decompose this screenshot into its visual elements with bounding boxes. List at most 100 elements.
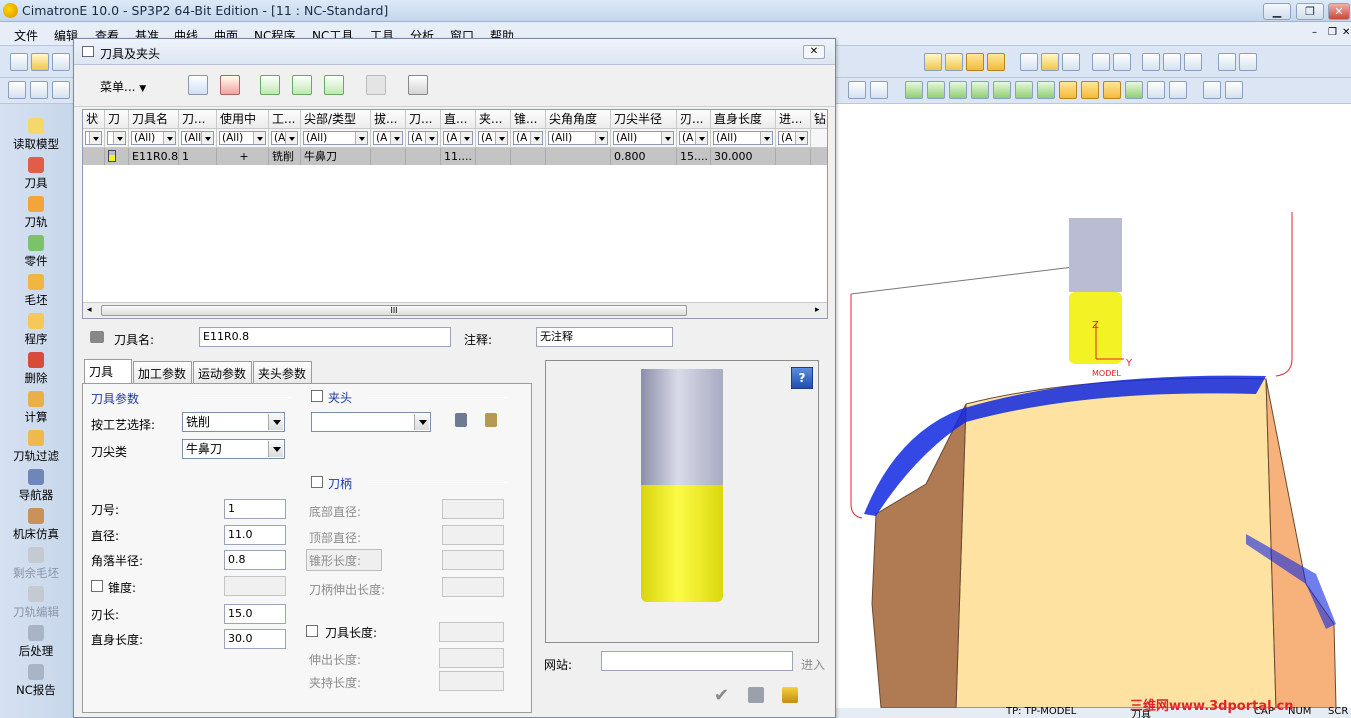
holder-select[interactable] xyxy=(311,412,431,432)
table-row-cell-tip-type[interactable]: 牛鼻刀 xyxy=(301,148,371,165)
col-header-taper[interactable]: 锥... xyxy=(511,110,546,129)
flute-length-input[interactable]: 15.0 xyxy=(224,604,286,624)
table-row-cell-taper[interactable] xyxy=(511,148,546,165)
filter-corner-radius[interactable]: (All) xyxy=(611,129,677,148)
ok-check-icon[interactable]: ✔ xyxy=(714,685,729,706)
filter-holder[interactable]: (A xyxy=(476,129,511,148)
snap-settings-icon[interactable] xyxy=(1169,81,1187,99)
left-item-navigator[interactable]: 导航器 xyxy=(0,469,72,503)
ucs-icon[interactable] xyxy=(1203,81,1221,99)
save-icon[interactable] xyxy=(52,53,70,71)
menu-file[interactable]: 文件 xyxy=(14,27,38,44)
snap-intersect-icon[interactable] xyxy=(993,81,1011,99)
mdi-close-icon[interactable]: ✕ xyxy=(1342,27,1350,38)
table-row-cell-holder[interactable] xyxy=(476,148,511,165)
grid-icon[interactable] xyxy=(1184,53,1202,71)
new-file-icon[interactable] xyxy=(10,53,28,71)
col-header-shank-length[interactable]: 直身长度 xyxy=(711,110,776,129)
filter-tool-name[interactable]: (All) xyxy=(129,129,179,148)
arrow-right-icon[interactable] xyxy=(1113,53,1131,71)
left-item-stock[interactable]: 毛坯 xyxy=(0,274,72,308)
taper-checkbox[interactable] xyxy=(91,580,103,592)
tab-motion-params[interactable]: 运动参数 xyxy=(193,361,252,383)
col-header-tip-type[interactable]: 尖部/类型 xyxy=(301,110,371,129)
process-select[interactable]: 铣削 xyxy=(182,412,285,432)
left-item-procedure[interactable]: 程序 xyxy=(0,313,72,347)
light-on-icon[interactable] xyxy=(1041,53,1059,71)
shank-length-input[interactable]: 30.0 xyxy=(224,629,286,649)
xyz-coord-icon[interactable] xyxy=(1147,81,1165,99)
left-item-compute[interactable]: 计算 xyxy=(0,391,72,425)
filter-icon[interactable] xyxy=(1142,53,1160,71)
filter-col9[interactable]: (A xyxy=(406,129,441,148)
open-file-icon[interactable] xyxy=(31,53,49,71)
table-row-cell-shank-length[interactable]: 30.000 xyxy=(711,148,776,165)
filter-in-use[interactable]: (All) xyxy=(217,129,269,148)
snap-center-icon[interactable] xyxy=(949,81,967,99)
col-header-feed[interactable]: 进... xyxy=(776,110,811,129)
tool-table-icon[interactable] xyxy=(408,75,428,95)
view-toggle-3-icon[interactable] xyxy=(966,53,984,71)
filter-tool-no[interactable]: (All) xyxy=(179,129,217,148)
table-row-cell-diameter[interactable]: 11.... xyxy=(441,148,476,165)
comment-input[interactable]: 无注释 xyxy=(536,327,673,347)
holder-add-icon[interactable] xyxy=(455,413,467,427)
filter-taper[interactable]: (A xyxy=(511,129,546,148)
view-toggle-2-icon[interactable] xyxy=(945,53,963,71)
tab-holder-params[interactable]: 夹头参数 xyxy=(253,361,312,383)
table-hscrollbar[interactable]: ◂ III ▸ xyxy=(83,302,827,318)
left-item-toolpath-filter[interactable]: 刀轨过滤 xyxy=(0,430,72,464)
website-input[interactable] xyxy=(601,651,793,671)
layer-icon[interactable] xyxy=(1218,53,1236,71)
col-header-draft[interactable]: 拔... xyxy=(371,110,406,129)
table-row-cell-flute[interactable]: 15.... xyxy=(677,148,711,165)
filter-process[interactable]: (A xyxy=(269,129,301,148)
arbor-checkbox[interactable] xyxy=(311,476,323,488)
left-item-post-process[interactable]: 后处理 xyxy=(0,625,72,659)
tab-tool[interactable]: 刀具 xyxy=(84,359,132,383)
tip-type-select[interactable]: 牛鼻刀 xyxy=(182,439,285,459)
filter-tip-type[interactable]: (All) xyxy=(301,129,371,148)
snap-active-2-icon[interactable] xyxy=(1081,81,1099,99)
holder-checkbox[interactable] xyxy=(311,390,323,402)
table-row-cell-in-use[interactable]: + xyxy=(217,148,269,165)
snap-tangent-icon[interactable] xyxy=(971,81,989,99)
axis-icon[interactable] xyxy=(848,81,866,99)
col-header-col9[interactable]: 刀... xyxy=(406,110,441,129)
left-item-nc-report[interactable]: NC报告 xyxy=(0,664,72,698)
table-row-cell-process[interactable]: 铣削 xyxy=(269,148,301,165)
select-icon[interactable] xyxy=(8,81,26,99)
filter-tip-angle[interactable]: (All) xyxy=(546,129,611,148)
new-tool-icon[interactable] xyxy=(188,75,208,95)
col-header-tool[interactable]: 刀 xyxy=(105,110,129,129)
cancel-exit-icon[interactable] xyxy=(782,687,798,703)
snap-active-1-icon[interactable] xyxy=(1059,81,1077,99)
table-row-cell-tool[interactable] xyxy=(105,148,129,165)
table-row-cell-drill[interactable] xyxy=(811,148,827,165)
scroll-right-icon[interactable]: ▸ xyxy=(815,305,820,315)
col-header-drill[interactable]: 钻 xyxy=(811,110,827,129)
table-row-cell-corner-radius[interactable]: 0.800 xyxy=(611,148,677,165)
table-row-cell-col9[interactable] xyxy=(406,148,441,165)
filter-tool[interactable] xyxy=(105,129,129,148)
filter-feed[interactable]: (A xyxy=(776,129,811,148)
view-toggle-1-icon[interactable] xyxy=(924,53,942,71)
table-row-cell-no[interactable]: 1 xyxy=(179,148,217,165)
align-icon[interactable] xyxy=(1163,53,1181,71)
replace-tool-icon[interactable] xyxy=(324,75,344,95)
add-holder-icon[interactable] xyxy=(260,75,280,95)
col-header-tool-no[interactable]: 刀... xyxy=(179,110,217,129)
col-header-flute[interactable]: 刃... xyxy=(677,110,711,129)
snap-perpendicular-icon[interactable] xyxy=(1015,81,1033,99)
left-item-tool[interactable]: 刀具 xyxy=(0,157,72,191)
snap-active-3-icon[interactable] xyxy=(1103,81,1121,99)
left-item-machine-sim[interactable]: 机床仿真 xyxy=(0,508,72,542)
filter-draft[interactable]: (A xyxy=(371,129,406,148)
help-icon[interactable]: ? xyxy=(791,367,813,389)
menu-dropdown-button[interactable]: 菜单... ▼ xyxy=(100,78,146,95)
graphics-viewport[interactable]: Z Y MODEL xyxy=(836,104,1351,710)
col-header-holder[interactable]: 夹... xyxy=(476,110,511,129)
tool-number-input[interactable]: 1 xyxy=(224,499,286,519)
tool-name-input[interactable]: E11R0.8 xyxy=(199,327,451,347)
table-row-cell-name[interactable]: E11R0.8 xyxy=(129,148,179,165)
